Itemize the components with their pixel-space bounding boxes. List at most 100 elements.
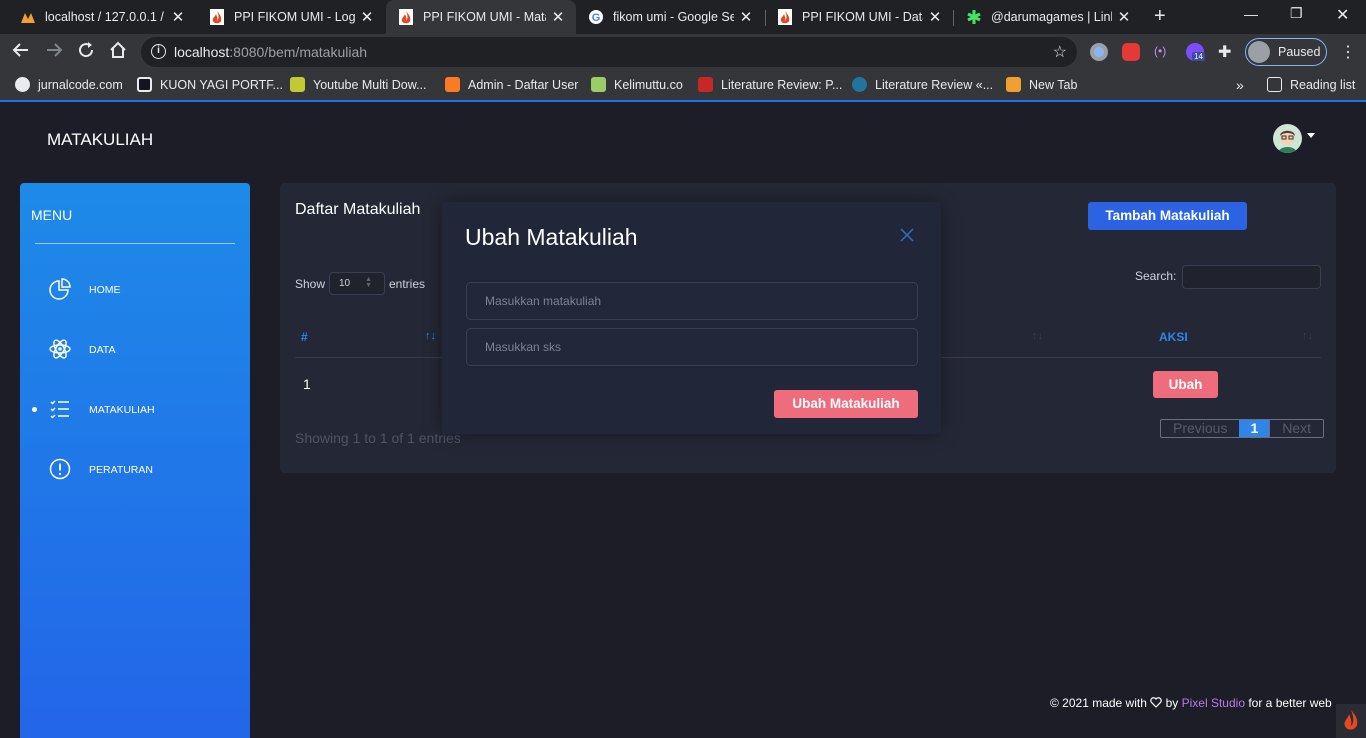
- profile-button[interactable]: Paused: [1245, 38, 1327, 66]
- linktree-icon: [966, 9, 982, 25]
- forward-icon[interactable]: [45, 41, 63, 63]
- extension-icon[interactable]: [1090, 43, 1108, 61]
- close-tab-icon[interactable]: ✕: [738, 8, 754, 26]
- close-tab-icon[interactable]: ✕: [359, 8, 375, 26]
- entries-label: entries: [389, 277, 426, 291]
- footer-text: for a better web: [1248, 696, 1332, 710]
- new-tab-icon[interactable]: +: [1154, 5, 1166, 28]
- reading-list-button[interactable]: Reading list: [1267, 77, 1355, 92]
- bookmark-item[interactable]: Youtube Multi Dow...: [290, 77, 427, 92]
- sidebar-item-label: HOME: [89, 284, 121, 296]
- atom-icon: [48, 337, 72, 361]
- broadcast-extension-icon[interactable]: (•): [1154, 44, 1172, 62]
- footer-text: by: [1165, 696, 1179, 710]
- reading-list-icon: [1267, 77, 1282, 92]
- url-text[interactable]: localhost:8080/bem/matakuliah: [174, 44, 367, 60]
- show-label: Show: [295, 277, 326, 291]
- portfolio-icon: [137, 77, 152, 92]
- card-title: Daftar Matakuliah: [295, 201, 421, 218]
- svg-text:G: G: [592, 12, 601, 24]
- site-info-icon[interactable]: i: [151, 44, 166, 59]
- extension-badge: 14: [1192, 52, 1205, 61]
- restore-icon[interactable]: ❐: [1290, 5, 1303, 22]
- modal-title: Ubah Matakuliah: [465, 224, 638, 250]
- browser-tab[interactable]: localhost / 127.0.0.1 / s ✕: [8, 0, 196, 34]
- google-icon: G: [588, 9, 604, 25]
- submit-ubah-matakuliah-button[interactable]: Ubah Matakuliah: [774, 390, 918, 418]
- edit-row-button[interactable]: Ubah: [1153, 371, 1218, 398]
- chevron-down-icon[interactable]: [1307, 133, 1315, 138]
- close-tab-icon[interactable]: ✕: [550, 8, 566, 26]
- search-input[interactable]: [1182, 265, 1321, 289]
- bookmarks-overflow[interactable]: »: [1236, 77, 1244, 93]
- matakuliah-input[interactable]: [466, 282, 918, 320]
- close-tab-icon[interactable]: ✕: [927, 8, 943, 26]
- sidebar-divider: [35, 243, 235, 244]
- edit-matakuliah-modal: Ubah Matakuliah Ubah Matakuliah: [442, 202, 941, 434]
- pagination-page[interactable]: 1: [1239, 420, 1270, 437]
- table-cell-number: 1: [303, 376, 311, 392]
- sort-icon[interactable]: ↑↓: [1302, 330, 1313, 342]
- add-matakuliah-button[interactable]: Tambah Matakuliah: [1088, 202, 1247, 230]
- close-icon[interactable]: [898, 226, 916, 244]
- bookmark-item[interactable]: jurnalcode.com: [15, 77, 123, 92]
- sks-input[interactable]: [466, 328, 918, 366]
- column-header-aksi[interactable]: AKSI: [1159, 330, 1188, 344]
- browser-tab[interactable]: PPI FIKOM UMI - Login ✕: [197, 0, 385, 34]
- table-info: Showing 1 to 1 of 1 entries: [295, 430, 461, 446]
- home-icon[interactable]: [109, 41, 127, 63]
- pineapple-icon: [591, 77, 606, 92]
- pagination: Previous 1 Next: [1160, 419, 1325, 438]
- sort-icon[interactable]: ↑↓: [425, 330, 436, 342]
- sidebar-item-matakuliah[interactable]: MATAKULIAH: [20, 394, 250, 424]
- codeigniter-icon: [209, 9, 225, 25]
- bookmark-item[interactable]: Literature Review: P...: [698, 77, 842, 92]
- bookmark-item[interactable]: Kelimuttu.co: [591, 77, 683, 92]
- globe-icon: [15, 77, 30, 92]
- tab-title: PPI FIKOM UMI - Data: [802, 10, 923, 24]
- column-header-number[interactable]: #: [301, 330, 308, 344]
- puzzle-icon[interactable]: ✚: [1218, 42, 1236, 61]
- adblock-extension-icon[interactable]: [1122, 43, 1140, 61]
- sidebar-item-label: PERATURAN: [89, 464, 153, 476]
- sort-icon[interactable]: ↑↓: [1032, 330, 1043, 342]
- pagination-next[interactable]: Next: [1269, 420, 1323, 437]
- sidebar-item-label: MATAKULIAH: [89, 404, 155, 416]
- pagination-previous[interactable]: Previous: [1161, 420, 1239, 437]
- back-icon[interactable]: [12, 41, 30, 63]
- page-length-select[interactable]: 10 ▲ ▼: [329, 272, 385, 295]
- browser-tab-active[interactable]: PPI FIKOM UMI - Matak ✕: [386, 0, 576, 34]
- active-indicator: [32, 407, 37, 412]
- search-label: Search:: [1135, 269, 1177, 283]
- sidebar-heading: MENU: [31, 207, 73, 223]
- browser-toolbar: i localhost:8080/bem/matakuliah ☆ (•) 14…: [0, 34, 1366, 70]
- close-window-icon[interactable]: ✕: [1336, 5, 1349, 25]
- close-tab-icon[interactable]: ✕: [1116, 8, 1132, 26]
- tab-title: localhost / 127.0.0.1 / s: [45, 10, 166, 24]
- page-length-value: 10: [339, 278, 351, 289]
- sidebar-item-peraturan[interactable]: PERATURAN: [20, 454, 250, 484]
- user-avatar[interactable]: [1273, 124, 1302, 153]
- yt-download-icon: [290, 77, 305, 92]
- bookmark-item[interactable]: Literature Review «...: [852, 77, 993, 92]
- bookmark-star-icon[interactable]: ☆: [1053, 42, 1067, 62]
- sidebar-item-data[interactable]: DATA: [20, 334, 250, 364]
- menu-icon[interactable]: ⋮: [1340, 42, 1356, 62]
- codeigniter-debug-toolbar-icon[interactable]: [1336, 704, 1366, 738]
- browser-tab[interactable]: @darumagames | Linkt ✕: [954, 0, 1142, 34]
- profile-avatar: [1248, 41, 1270, 63]
- close-tab-icon[interactable]: ✕: [170, 8, 186, 26]
- select-arrows-icon: ▲ ▼: [365, 276, 372, 289]
- minimize-icon[interactable]: —: [1244, 6, 1258, 22]
- address-bar[interactable]: i localhost:8080/bem/matakuliah ☆: [141, 37, 1077, 67]
- footer-brand-link[interactable]: Pixel Studio: [1182, 696, 1245, 710]
- sidebar-item-home[interactable]: HOME: [20, 274, 250, 304]
- bookmark-item[interactable]: New Tab: [1006, 77, 1077, 92]
- browser-tab[interactable]: PPI FIKOM UMI - Data ✕: [765, 0, 953, 34]
- reload-icon[interactable]: [77, 41, 95, 63]
- bookmark-item[interactable]: KUON YAGI PORTF...: [137, 77, 283, 92]
- extension-icon[interactable]: 14: [1186, 43, 1205, 61]
- browser-tab[interactable]: G fikom umi - Google Sea ✕: [576, 0, 764, 34]
- bookmark-item[interactable]: Admin - Daftar User: [445, 77, 578, 92]
- heart-icon: [1150, 697, 1163, 708]
